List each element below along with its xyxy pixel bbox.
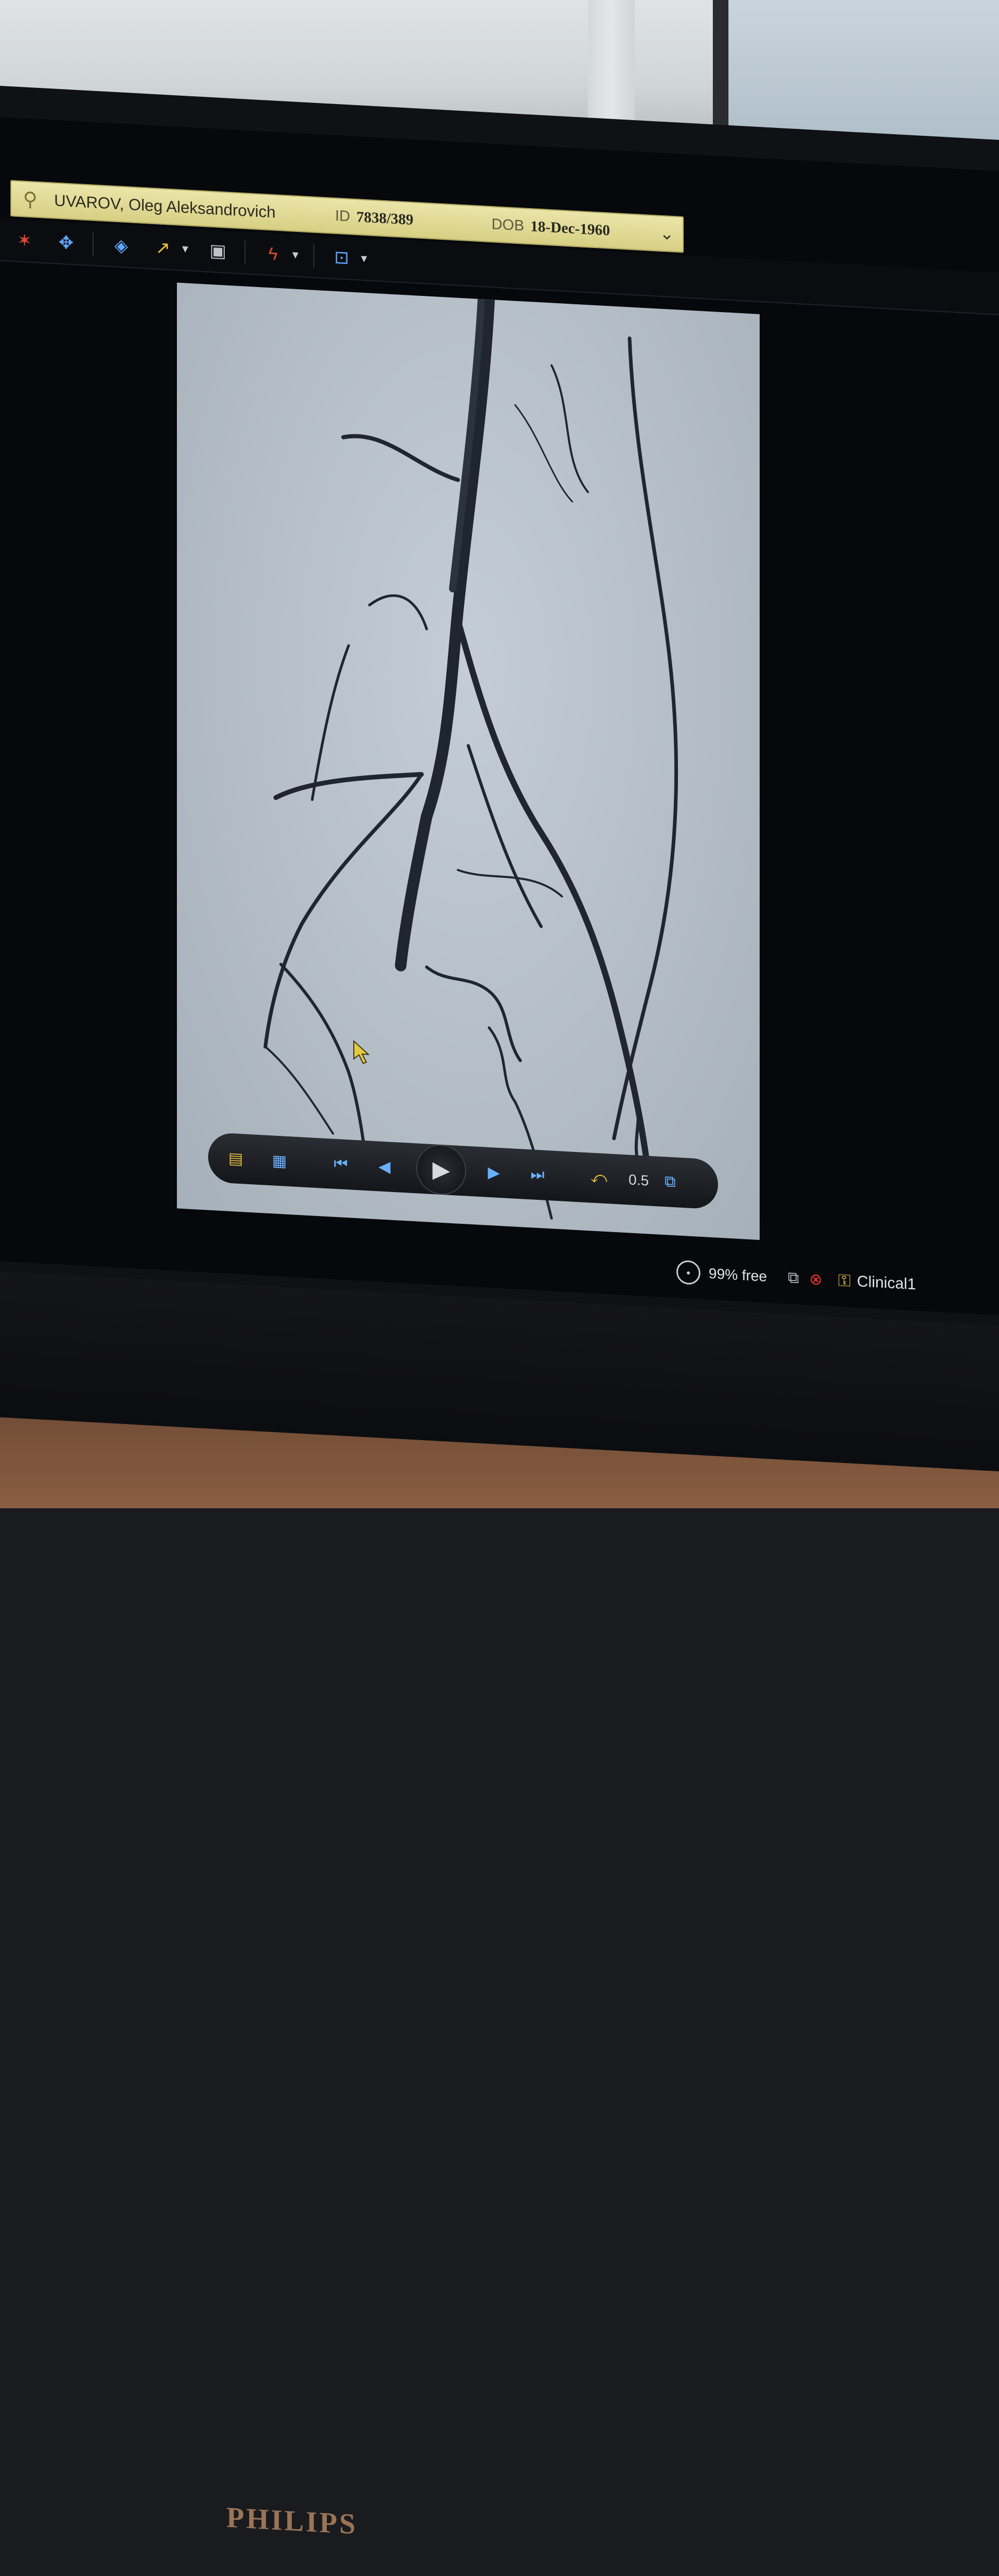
network-icon[interactable]: ⧉ bbox=[788, 1269, 799, 1287]
chevron-down-icon[interactable]: ▼ bbox=[290, 249, 301, 262]
last-frame-icon[interactable]: ⏭ bbox=[521, 1158, 554, 1192]
dob-value: 18-Dec-1960 bbox=[530, 217, 610, 239]
toolbar-divider bbox=[93, 232, 94, 256]
speed-settings-icon[interactable]: ⧉ bbox=[654, 1165, 686, 1199]
open-series-icon[interactable]: ▤ bbox=[220, 1142, 252, 1175]
screen: ⚲ UVAROV, Oleg Aleksandrovich ID 7838/38… bbox=[0, 117, 999, 1315]
brand-logo: PHILIPS bbox=[226, 2501, 358, 2541]
anatomy-icon[interactable]: ✶ bbox=[10, 226, 39, 255]
window-frame bbox=[713, 0, 728, 125]
chevron-down-icon[interactable]: ▼ bbox=[180, 243, 190, 255]
user-name[interactable]: Clinical1 bbox=[857, 1273, 916, 1293]
disk-space-text: 99% free bbox=[709, 1265, 767, 1285]
zoom-icon[interactable]: ⊡ bbox=[328, 243, 356, 273]
toolbar-divider bbox=[244, 240, 246, 265]
toolbar-divider bbox=[313, 244, 314, 268]
status-bar: ● 99% free ⧉ ⊗ ⚿ Clinical1 bbox=[676, 1251, 999, 1310]
connection-error-icon[interactable]: ⊗ bbox=[810, 1270, 823, 1289]
loop-folder-icon[interactable]: ⤺ bbox=[583, 1161, 615, 1195]
arrow-icon[interactable]: ↗ bbox=[149, 233, 177, 263]
patient-name: UVAROV, Oleg Aleksandrovich bbox=[54, 191, 276, 222]
chevron-down-icon[interactable]: ▼ bbox=[359, 253, 369, 265]
first-frame-icon[interactable]: ⏮ bbox=[325, 1147, 357, 1181]
patient-id-value: 7838/389 bbox=[356, 208, 414, 228]
camera-icon[interactable]: ▣ bbox=[204, 236, 232, 266]
disk-icon: ● bbox=[676, 1260, 700, 1285]
subtraction-icon[interactable]: ϟ bbox=[259, 239, 287, 269]
cine-speed-value[interactable]: 0.5 bbox=[629, 1171, 649, 1189]
patient-icon: ⚲ bbox=[23, 188, 37, 211]
chevron-double-down-icon[interactable]: ⌄ bbox=[660, 223, 675, 245]
window-post bbox=[588, 0, 635, 125]
mouse-cursor-icon bbox=[353, 1040, 370, 1065]
patient-id-label: ID bbox=[335, 207, 350, 225]
move-icon[interactable]: ✥ bbox=[52, 228, 80, 257]
previous-frame-icon[interactable]: ◀ bbox=[368, 1149, 401, 1183]
angiogram-viewport[interactable] bbox=[177, 282, 760, 1240]
annotation-icon[interactable]: ◈ bbox=[107, 231, 135, 261]
play-button[interactable]: ▶ bbox=[416, 1143, 466, 1196]
dob-label: DOB bbox=[491, 215, 524, 235]
series-grid-icon[interactable]: ▦ bbox=[263, 1144, 296, 1177]
angiogram-image bbox=[263, 293, 678, 1220]
user-lock-icon[interactable]: ⚿ bbox=[838, 1271, 851, 1291]
next-frame-icon[interactable]: ▶ bbox=[478, 1156, 510, 1189]
monitor: ⚲ UVAROV, Oleg Aleksandrovich ID 7838/38… bbox=[0, 86, 999, 2541]
